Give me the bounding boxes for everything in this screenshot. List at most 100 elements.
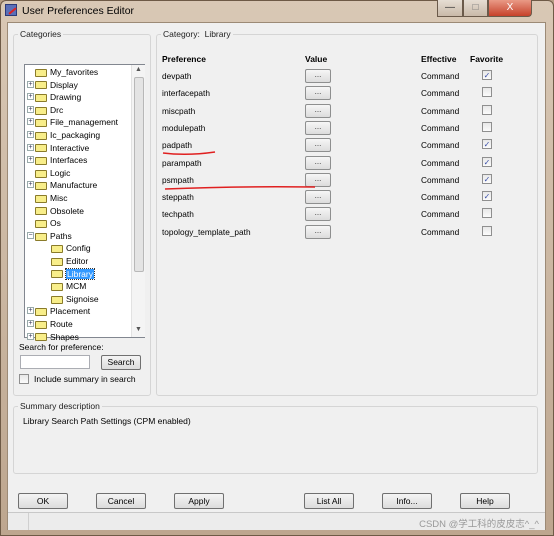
info-button[interactable]: Info... — [382, 493, 432, 509]
minimize-button[interactable]: — — [437, 0, 463, 17]
expand-icon[interactable]: + — [27, 332, 34, 340]
expand-icon[interactable]: + — [27, 181, 34, 189]
folder-icon — [51, 257, 63, 266]
tree-item-misc[interactable]: Misc — [35, 192, 67, 204]
tree-item-os[interactable]: Os — [35, 217, 61, 229]
include-summary-checkbox[interactable] — [19, 374, 29, 384]
tree-item-label: Route — [50, 319, 73, 329]
tree-item-label: Interfaces — [50, 155, 88, 166]
tree-item-label: Config — [66, 243, 91, 254]
apply-button[interactable]: Apply — [174, 493, 224, 509]
folder-icon — [35, 93, 47, 102]
folder-icon — [35, 169, 47, 178]
help-button[interactable]: Help — [460, 493, 510, 509]
include-summary-label: Include summary in search — [34, 374, 136, 384]
tree-item-label: Shapes — [50, 331, 79, 342]
maximize-button[interactable]: □ — [463, 0, 488, 17]
collapse-icon[interactable]: − — [27, 231, 34, 239]
folder-icon — [35, 81, 47, 90]
category-tree[interactable]: My_favorites + Display + Drawing + Drc + File_ma… — [24, 64, 145, 342]
tree-item-label: Paths — [50, 230, 72, 241]
folder-icon — [35, 333, 47, 342]
folder-icon — [35, 119, 47, 128]
search-label: Search for preference: — [19, 342, 104, 352]
tree-item-obsolete[interactable]: Obsolete — [35, 205, 84, 217]
folder-icon — [51, 295, 63, 304]
summary-group: Summary description Library Search Path … — [13, 401, 538, 474]
folder-icon — [35, 156, 47, 165]
folder-icon — [51, 245, 63, 254]
app-icon — [5, 4, 17, 16]
tree-item-signoise[interactable]: Signoise — [51, 293, 99, 305]
scroll-up-arrow-icon[interactable]: ▲ — [135, 66, 142, 73]
expand-icon[interactable]: + — [27, 80, 34, 88]
tree-item-label: Obsolete — [50, 205, 85, 216]
expand-icon[interactable]: + — [27, 105, 34, 113]
expand-icon[interactable]: + — [27, 118, 34, 126]
tree-item-label: Placement — [50, 306, 91, 317]
padpath-underline — [162, 151, 216, 156]
psmpath-underline — [164, 186, 316, 190]
tree-item-label: Ic_packaging — [50, 130, 101, 140]
status-bar: CSDN @学工科的皮皮志^_^ — [8, 512, 545, 530]
expand-icon[interactable]: + — [27, 131, 34, 138]
tree-scrollbar[interactable]: ▲ ▼ — [131, 65, 145, 337]
expand-icon[interactable]: + — [27, 307, 34, 315]
list-all-button[interactable]: List All — [304, 493, 354, 509]
close-button[interactable]: X — [488, 0, 532, 17]
tree-item-file_management[interactable]: + File_management — [27, 116, 118, 128]
tree-item-display[interactable]: + Display — [27, 79, 78, 91]
tree-item-logic[interactable]: Logic — [35, 167, 70, 179]
expand-icon[interactable]: + — [27, 156, 34, 164]
tree-item-label: Logic — [50, 167, 71, 178]
tree-item-placement[interactable]: + Placement — [27, 305, 91, 317]
expand-icon[interactable]: + — [27, 93, 34, 101]
scroll-down-arrow-icon[interactable]: ▼ — [135, 326, 142, 333]
folder-icon — [35, 68, 47, 77]
expand-icon[interactable]: + — [27, 143, 34, 151]
tree-item-library[interactable]: Library — [51, 267, 95, 280]
summary-label: Summary description — [18, 401, 102, 411]
window-title: User Preferences Editor — [22, 5, 135, 17]
status-divider — [28, 513, 29, 530]
tree-item-mcm[interactable]: MCM — [51, 280, 86, 292]
folder-icon — [51, 282, 63, 291]
tree-item-route[interactable]: + Route — [27, 318, 73, 330]
tree-item-label: Interactive — [50, 142, 90, 153]
tree-item-interactive[interactable]: + Interactive — [27, 142, 90, 154]
tree-item-label: Manufacture — [50, 180, 98, 191]
folder-icon — [35, 131, 47, 140]
tree-item-label: Misc — [50, 193, 68, 203]
tree-item-drawing[interactable]: + Drawing — [27, 91, 81, 103]
tree-item-shapes[interactable]: + Shapes — [27, 331, 79, 343]
tree-item-interfaces[interactable]: + Interfaces — [27, 154, 88, 166]
tree-item-config[interactable]: Config — [51, 242, 91, 254]
tree-item-ic_packaging[interactable]: + Ic_packaging — [27, 129, 101, 141]
folder-icon — [35, 106, 47, 115]
dialog-client: Categories My_favorites + Display + Drawing +… — [7, 22, 546, 530]
tree-item-drc[interactable]: + Drc — [27, 104, 64, 116]
watermark: CSDN @学工科的皮皮志^_^ — [419, 519, 539, 530]
tree-item-paths[interactable]: − Paths — [27, 230, 72, 242]
tree-item-label: Drc — [50, 104, 64, 115]
red-annotation-underlines — [162, 151, 316, 190]
tree-item-label: MCM — [66, 281, 87, 292]
folder-icon — [35, 207, 47, 216]
search-input[interactable] — [20, 355, 90, 369]
folder-icon — [35, 219, 47, 228]
folder-icon — [35, 144, 47, 153]
tree-item-editor[interactable]: Editor — [51, 255, 88, 267]
tree-item-label: Os — [50, 218, 61, 229]
search-button[interactable]: Search — [101, 355, 141, 370]
tree-item-my_favorites[interactable]: My_favorites — [35, 66, 98, 78]
tree-item-manufacture[interactable]: + Manufacture — [27, 179, 98, 191]
categories-label: Categories — [18, 29, 64, 39]
folder-icon — [35, 232, 47, 241]
folder-icon — [35, 182, 47, 191]
scrollbar-thumb[interactable] — [134, 77, 144, 272]
ok-button[interactable]: OK — [18, 493, 68, 509]
expand-icon[interactable]: + — [27, 320, 34, 327]
tree-item-label: Editor — [66, 256, 89, 266]
tree-item-label: Display — [50, 79, 78, 90]
cancel-button[interactable]: Cancel — [96, 493, 146, 509]
